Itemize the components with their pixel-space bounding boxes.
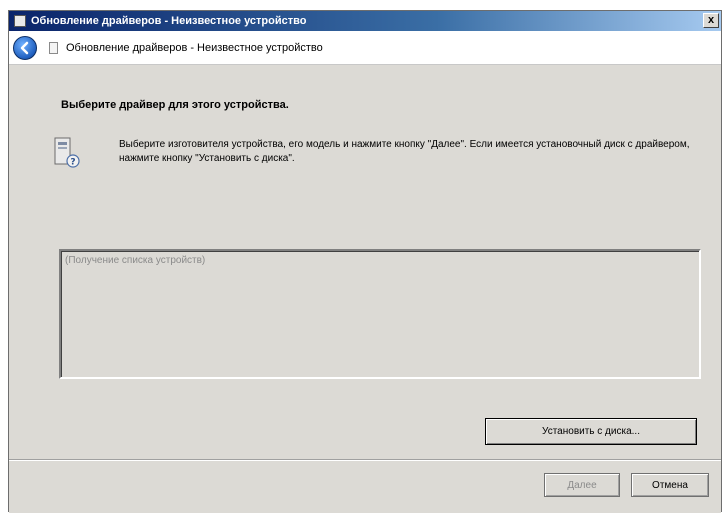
document-icon <box>49 41 58 54</box>
svg-text:?: ? <box>70 158 75 168</box>
have-disk-button[interactable]: Установить с диска... <box>485 418 697 445</box>
app-icon <box>14 15 26 27</box>
device-list[interactable]: (Получение списка устройств) <box>59 249 701 379</box>
back-arrow-icon <box>20 41 29 54</box>
cancel-button[interactable]: Отмена <box>631 473 709 497</box>
breadcrumb: Обновление драйверов - Неизвестное устро… <box>66 41 323 54</box>
main-content: Выберите драйвер для этого устройства. ?… <box>9 66 721 459</box>
navigation-bar: Обновление драйверов - Неизвестное устро… <box>9 31 721 65</box>
title-bar[interactable]: Обновление драйверов - Неизвестное устро… <box>9 11 721 31</box>
driver-update-window: Обновление драйверов - Неизвестное устро… <box>8 10 722 513</box>
next-button[interactable]: Далее <box>544 473 620 497</box>
window-title: Обновление драйверов - Неизвестное устро… <box>31 15 307 27</box>
list-placeholder: (Получение списка устройств) <box>65 255 206 266</box>
unknown-device-icon: ? <box>54 137 80 168</box>
instructions-text: Выберите изготовителя устройства, его мо… <box>119 139 690 164</box>
close-button[interactable]: x <box>703 13 719 28</box>
footer: Далее Отмена <box>9 461 721 513</box>
back-button[interactable] <box>13 35 37 60</box>
page-title: Выберите драйвер для этого устройства. <box>61 99 289 111</box>
